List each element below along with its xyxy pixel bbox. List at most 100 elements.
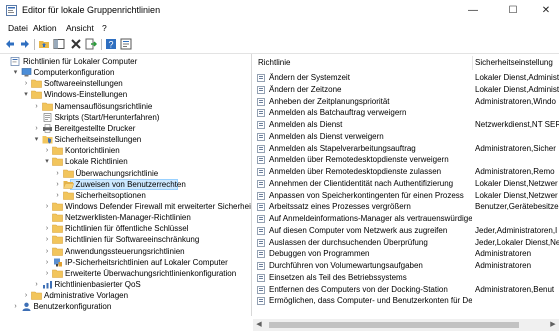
expand-chevron-icon[interactable]: › — [22, 78, 30, 89]
tree-node[interactable]: › Zuweisen von Benutzerrechten — [0, 178, 251, 190]
expand-chevron-icon[interactable]: › — [33, 123, 41, 134]
policy-row[interactable]: Ändern der Zeitzone Lokaler Dienst,Admini… — [253, 84, 559, 95]
tree-node[interactable]: › Softwareeinstellungen — [0, 78, 251, 89]
policy-row[interactable]: Ändern der Systemzeit Lokaler Dienst,Admi… — [253, 72, 559, 83]
tree-node[interactable]: ▾ Computerkonfiguration — [0, 67, 251, 78]
tree-node-label: Benutzerkonfiguration — [33, 302, 112, 312]
policy-row[interactable]: Entfernen des Computers von der Docking-… — [253, 284, 559, 295]
column-header-setting[interactable]: Sicherheitseinstellung — [475, 56, 553, 70]
collapse-chevron-icon[interactable]: ▾ — [22, 89, 30, 100]
policy-row[interactable]: Anmelden als Batchauftrag verweigern — [253, 107, 559, 118]
folder-icon — [52, 247, 63, 256]
policy-name: Anmelden als Stapelverarbeitungsauftrag — [269, 143, 416, 153]
policy-setting-icon — [257, 85, 265, 94]
tree-node-label: Lokale Richtlinien — [65, 157, 128, 167]
policy-row[interactable]: Durchführen von Volumewartungsaufgaben Ad… — [253, 260, 559, 271]
scroll-right-icon[interactable]: ▶ — [547, 319, 559, 331]
expand-chevron-icon[interactable]: › — [33, 101, 41, 112]
tree-node[interactable]: › Anwendungssteuerungsrichtlinien — [0, 246, 251, 257]
maximize-button[interactable]: ☐ — [496, 0, 530, 22]
tree-node-label: Sicherheitseinstellungen — [54, 135, 142, 145]
tree-node[interactable]: › Richtlinienbasierter QoS — [0, 279, 251, 290]
tree-node[interactable]: › Richtlinien für öffentliche Schlüssel — [0, 223, 251, 234]
expand-chevron-icon[interactable]: › — [43, 234, 51, 245]
collapse-chevron-icon[interactable]: ▾ — [43, 156, 51, 167]
expand-chevron-icon[interactable]: › — [22, 290, 30, 301]
policy-setting-icon — [257, 191, 265, 200]
tree-node[interactable]: › Windows Defender Firewall mit erweitert… — [0, 201, 251, 212]
tree-node[interactable]: › IP-Sicherheitsrichtlinien auf Lokaler C… — [0, 257, 251, 268]
policy-row[interactable]: Ermöglichen, dass Computer- und Benutzer… — [253, 295, 559, 306]
policy-row[interactable]: Anmelden über Remotedesktopdienste zulas… — [253, 166, 559, 177]
policy-row[interactable]: Anmelden als Dienst Netzwerkdienst,NT SER — [253, 119, 559, 130]
scroll-left-icon[interactable]: ◀ — [253, 319, 265, 331]
export-list-icon[interactable] — [85, 38, 97, 50]
forward-icon[interactable] — [19, 38, 31, 50]
help-icon[interactable]: ? — [105, 38, 117, 50]
policy-row[interactable]: Anheben der Zeitplanungspriorität Adminis… — [253, 96, 559, 107]
properties-icon[interactable] — [120, 38, 132, 50]
collapse-chevron-icon[interactable]: ▾ — [33, 134, 41, 145]
policy-row[interactable]: Anmelden als Stapelverarbeitungsauftrag A… — [253, 143, 559, 154]
policy-list[interactable]: Richtlinie Sicherheitseinstellung Ändern… — [253, 54, 559, 316]
tree-node[interactable]: Netzwerklisten-Manager-Richtlinien — [0, 212, 251, 223]
back-icon[interactable] — [4, 38, 16, 50]
tree-node[interactable]: › Sicherheitsoptionen — [0, 190, 251, 201]
expand-chevron-icon[interactable]: › — [43, 257, 51, 268]
expand-chevron-icon[interactable]: › — [43, 246, 51, 257]
menu-datei[interactable]: Datei — [8, 23, 28, 33]
expand-chevron-icon[interactable]: › — [43, 268, 51, 279]
user-icon — [21, 302, 32, 312]
expand-chevron-icon[interactable]: › — [54, 190, 62, 201]
tree-node[interactable]: ▾ Windows-Einstellungen — [0, 89, 251, 100]
expand-chevron-icon[interactable]: › — [54, 168, 62, 179]
expand-chevron-icon[interactable]: › — [33, 279, 41, 290]
delete-icon[interactable] — [70, 38, 82, 50]
column-separator[interactable] — [472, 56, 473, 70]
policy-setting-value: Administratoren,Benut — [475, 284, 555, 294]
tree-node[interactable]: › Namensauflösungsrichtlinie — [0, 101, 251, 112]
policy-row[interactable]: Annehmen der Clientidentität nach Authen… — [253, 178, 559, 189]
menu-aktion[interactable]: Aktion — [33, 23, 57, 33]
tree-node[interactable]: › Kontorichtlinien — [0, 145, 251, 156]
policy-row[interactable]: Anmelden über Remotedesktopdienste verwe… — [253, 154, 559, 165]
tree-node[interactable]: Skripts (Start/Herunterfahren) — [0, 112, 251, 123]
policy-row[interactable]: Einsetzen als Teil des Betriebssystems — [253, 272, 559, 283]
collapse-chevron-icon[interactable]: ▾ — [12, 67, 20, 78]
expand-chevron-icon[interactable]: › — [54, 179, 62, 190]
tree-node[interactable]: › Administrative Vorlagen — [0, 290, 251, 301]
expand-chevron-icon[interactable]: › — [43, 145, 51, 156]
show-hide-tree-icon[interactable] — [53, 38, 65, 50]
tree-node[interactable]: › Benutzerkonfiguration — [0, 301, 251, 312]
folder-up-icon[interactable] — [38, 38, 50, 50]
menu-help[interactable]: ? — [102, 23, 107, 33]
policy-setting-value: Lokaler Dienst,Netzwer — [475, 178, 558, 188]
tree-node[interactable]: ▾ Lokale Richtlinien — [0, 156, 251, 167]
minimize-button[interactable]: — — [456, 0, 490, 22]
policy-row[interactable]: Auslassen der durchsuchenden Überprüfung… — [253, 237, 559, 248]
close-button[interactable]: ✕ — [529, 0, 559, 22]
policy-setting-value: Administratoren — [475, 249, 532, 259]
policy-row[interactable]: Anmelden als Dienst verweigern — [253, 131, 559, 142]
tree-node[interactable]: › Richtlinien für Softwareeinschränkung — [0, 234, 251, 245]
policy-row[interactable]: Arbeitssatz eines Prozesses vergrößern Be… — [253, 201, 559, 212]
menu-ansicht[interactable]: Ansicht — [66, 23, 94, 33]
policy-row[interactable]: Anpassen von Speicherkontingenten für ei… — [253, 190, 559, 201]
policy-row[interactable]: Auf Anmeldeinformations-Manager als vert… — [253, 213, 559, 224]
navigation-tree[interactable]: Richtlinien für Lokaler Computer ▾ Compute… — [0, 54, 252, 316]
tree-node[interactable]: › Bereitgestellte Drucker — [0, 123, 251, 134]
policy-row[interactable]: Auf diesen Computer vom Netzwerk aus zug… — [253, 225, 559, 236]
expand-chevron-icon[interactable]: › — [12, 301, 20, 312]
expand-chevron-icon[interactable]: › — [43, 201, 51, 212]
tree-node[interactable]: › Erweiterte Überwachungsrichtlinienkonfi… — [0, 268, 251, 279]
scrollbar-thumb[interactable] — [269, 322, 519, 328]
tree-node[interactable]: Richtlinien für Lokaler Computer — [0, 56, 251, 67]
tree-node[interactable]: ▾ Sicherheitseinstellungen — [0, 134, 251, 145]
policy-row[interactable]: Debuggen von Programmen Administratoren — [253, 248, 559, 259]
tree-node[interactable]: › Überwachungsrichtlinie — [0, 168, 251, 179]
script-icon — [42, 112, 53, 122]
expand-chevron-icon[interactable]: › — [43, 223, 51, 234]
column-header-policy[interactable]: Richtlinie — [258, 56, 290, 70]
horizontal-scrollbar[interactable]: ◀ ▶ — [253, 319, 559, 331]
policy-setting-icon — [257, 226, 265, 235]
